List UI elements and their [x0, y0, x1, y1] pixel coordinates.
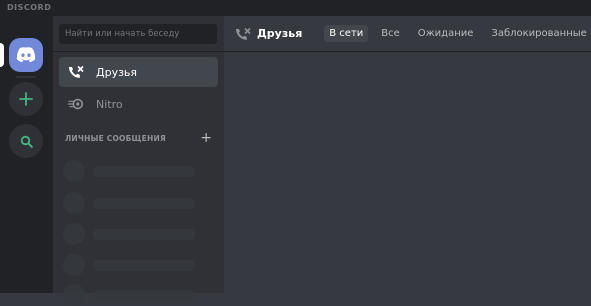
- direct-messages-header: ЛИЧНЫЕ СООБЩЕНИЯ +: [65, 131, 212, 145]
- search-input[interactable]: [59, 24, 217, 44]
- dm-sidebar: Друзья Nitro ЛИЧНЫЕ СООБЩЕНИЯ +: [53, 16, 224, 306]
- home-button[interactable]: [9, 38, 43, 72]
- dm-placeholder-row: [63, 192, 213, 214]
- friends-header: Друзья В сети Все Ожидание Заблокированн…: [224, 16, 591, 52]
- nitro-icon: [68, 96, 84, 112]
- app-brand: DISCORD: [7, 3, 52, 12]
- header-title-group: Друзья: [235, 27, 302, 41]
- placeholder-avatar: [63, 254, 85, 276]
- placeholder-avatar: [63, 223, 85, 245]
- dm-header-title: ЛИЧНЫЕ СООБЩЕНИЯ: [65, 133, 166, 143]
- magnifier-icon: [20, 135, 33, 148]
- placeholder-bar: [93, 166, 195, 177]
- nav-item-label: Друзья: [96, 65, 138, 79]
- placeholder-bar: [93, 290, 195, 301]
- tab-pending[interactable]: Ожидание: [413, 25, 479, 42]
- nav-item-friends[interactable]: Друзья: [59, 57, 218, 87]
- explore-servers-button[interactable]: [9, 124, 43, 158]
- title-bar: DISCORD: [0, 0, 591, 16]
- create-dm-button[interactable]: +: [200, 131, 212, 145]
- friends-icon: [236, 27, 251, 40]
- home-indicator: [0, 43, 4, 67]
- dm-placeholder-row: [63, 254, 213, 276]
- placeholder-avatar: [63, 284, 85, 306]
- plus-icon: [19, 92, 33, 106]
- server-separator: [16, 76, 36, 78]
- nav-item-label: Nitro: [96, 97, 123, 111]
- tab-online[interactable]: В сети: [324, 25, 369, 42]
- placeholder-avatar: [63, 160, 85, 182]
- add-server-button[interactable]: [9, 82, 43, 116]
- placeholder-bar: [93, 229, 195, 240]
- tab-blocked[interactable]: Заблокированные: [486, 25, 591, 42]
- dm-placeholder-row: [63, 223, 213, 245]
- page-title: Друзья: [257, 27, 303, 40]
- placeholder-avatar: [63, 192, 85, 214]
- friends-icon: [68, 64, 84, 80]
- placeholder-bar: [93, 198, 195, 209]
- dm-placeholder-row: [63, 284, 213, 306]
- dm-placeholder-row: [63, 160, 213, 182]
- discord-logo-icon: [16, 47, 36, 63]
- nav-item-nitro[interactable]: Nitro: [59, 89, 218, 119]
- search-bar: [53, 16, 224, 52]
- friends-content-area: [224, 52, 591, 293]
- placeholder-bar: [93, 260, 195, 271]
- tab-all[interactable]: Все: [376, 25, 405, 42]
- server-list: [0, 16, 53, 293]
